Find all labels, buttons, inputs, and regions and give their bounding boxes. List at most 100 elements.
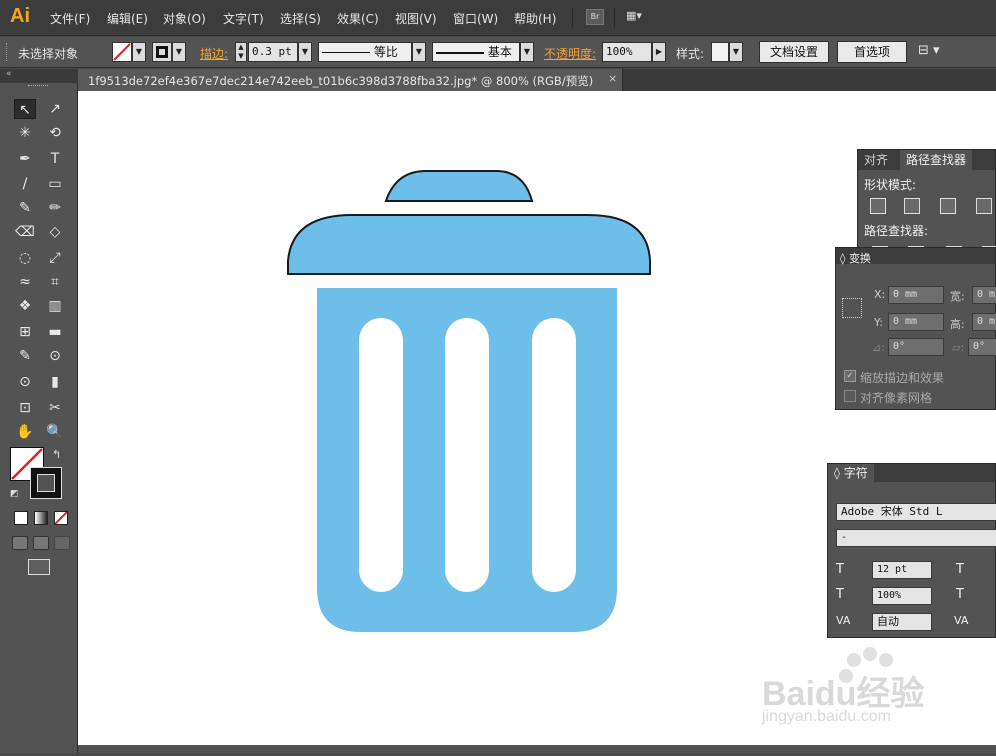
selection-tool-icon[interactable]: ↖ [14, 99, 36, 119]
arrange-documents-button[interactable]: ▦▾ [626, 9, 654, 25]
tools-panel-header[interactable]: « [0, 69, 78, 83]
menu-type[interactable]: 文字(T) [223, 10, 264, 27]
variable-width-profile[interactable]: 等比 [318, 42, 412, 62]
stroke-swatch[interactable] [152, 42, 172, 62]
menu-select[interactable]: 选择(S) [280, 10, 321, 27]
scale-strokes-checkbox[interactable]: ✓ [844, 370, 856, 382]
rotate-field[interactable]: 0° [888, 338, 944, 356]
document-setup-button[interactable]: 文档设置 [759, 41, 829, 63]
style-dropdown[interactable]: ▼ [729, 42, 743, 62]
shear-field[interactable]: 0° [968, 338, 996, 356]
y-label: Y: [874, 316, 883, 329]
bridge-button[interactable]: Br [586, 9, 604, 25]
zoom-tool-icon[interactable]: 🔍 [44, 422, 66, 442]
mesh-tool-icon[interactable]: ⊞ [14, 322, 36, 342]
none-slash-icon [54, 511, 68, 525]
brush-definition[interactable]: 基本 [432, 42, 520, 62]
gradient-tool-icon[interactable]: ▬ [44, 322, 66, 342]
font-style-field[interactable]: - [836, 529, 996, 547]
minus-front-icon[interactable] [904, 198, 920, 214]
pencil-tool-icon[interactable]: ✏ [44, 198, 66, 218]
opacity-dropdown[interactable]: ▶ [652, 42, 666, 62]
width-field[interactable]: 0 m [972, 286, 996, 304]
document-tab[interactable]: 1f9513de72ef4e367e7dec214e742eeb_t01b6c3… [78, 69, 623, 91]
blend-tool-icon[interactable]: ⊙ [44, 346, 66, 366]
unite-icon[interactable] [870, 198, 886, 214]
preferences-button[interactable]: 首选项 [837, 41, 907, 63]
graphic-style-swatch[interactable] [711, 42, 729, 62]
stroke-weight-field[interactable]: 0.3 pt [248, 42, 298, 62]
transform-panel-title[interactable]: ◊ 变换 [840, 250, 871, 266]
rotate-tool-icon[interactable]: ◌ [14, 248, 36, 268]
hand-tool-icon[interactable]: ✋ [14, 422, 36, 442]
height-field[interactable]: 0 m [972, 313, 996, 331]
x-field[interactable]: 0 mm [888, 286, 944, 304]
paintbrush-tool-icon[interactable]: ✎ [14, 198, 36, 218]
rectangle-tool-icon[interactable]: ▭ [44, 174, 66, 194]
menu-view[interactable]: 视图(V) [395, 10, 437, 27]
exclude-icon[interactable] [976, 198, 992, 214]
align-options-icon[interactable]: ⊟ ▾ [918, 43, 940, 58]
menu-effect[interactable]: 效果(C) [337, 10, 379, 27]
pathfinder-panel-header: 对齐 路径查找器 [858, 150, 995, 170]
width-tool-icon[interactable]: ≈ [14, 272, 36, 292]
artboard-tool-icon[interactable]: ⊡ [14, 398, 36, 418]
symbol-sprayer-tool-icon[interactable]: ⊙ [14, 372, 36, 392]
pen-tool-icon[interactable]: ✒ [14, 149, 36, 169]
leading-field[interactable]: 100% [872, 587, 932, 605]
menu-file[interactable]: 文件(F) [50, 10, 90, 27]
stroke-dropdown[interactable]: ▼ [172, 42, 186, 62]
app-logo: Ai [10, 5, 30, 27]
tab-align[interactable]: 对齐 [858, 150, 894, 170]
slice-tool-icon[interactable]: ✂ [44, 398, 66, 418]
perspective-grid-tool-icon[interactable]: ▥ [44, 296, 66, 316]
kerning-field[interactable]: 自动 [872, 613, 932, 631]
tab-pathfinder[interactable]: 路径查找器 [900, 150, 973, 170]
menu-help[interactable]: 帮助(H) [514, 10, 556, 27]
tab-character[interactable]: ◊ 字符 [828, 464, 874, 482]
column-graph-tool-icon[interactable]: ▮ [44, 372, 66, 392]
font-size-field[interactable]: 12 pt [872, 561, 932, 579]
reference-point-icon[interactable] [842, 298, 862, 318]
stroke-color-box[interactable] [30, 467, 62, 499]
stroke-weight-label[interactable]: 描边: [200, 45, 228, 62]
none-mode-icon[interactable] [54, 511, 68, 525]
stroke-weight-dropdown[interactable]: ▼ [298, 42, 312, 62]
opacity-label[interactable]: 不透明度: [544, 45, 596, 62]
eraser-tool-icon[interactable]: ◇ [44, 222, 66, 242]
profile-dropdown[interactable]: ▼ [412, 42, 426, 62]
close-tab-icon[interactable]: × [608, 72, 617, 85]
draw-inside-icon[interactable] [54, 536, 70, 550]
menu-edit[interactable]: 编辑(E) [107, 10, 148, 27]
opacity-field[interactable]: 100% [602, 42, 652, 62]
stroke-stepper[interactable]: ▲ ▼ [235, 42, 247, 62]
fill-swatch[interactable] [112, 42, 132, 62]
swap-colors-icon[interactable]: ↰ [52, 448, 61, 461]
align-pixel-checkbox[interactable] [844, 390, 856, 402]
default-colors-icon[interactable]: ◩ [10, 489, 19, 499]
menu-window[interactable]: 窗口(W) [453, 10, 498, 27]
draw-behind-icon[interactable] [33, 536, 49, 550]
magic-wand-tool-icon[interactable]: ✳ [14, 123, 36, 143]
intersect-icon[interactable] [940, 198, 956, 214]
lasso-tool-icon[interactable]: ⟲ [44, 123, 66, 143]
scale-strokes-label: 缩放描边和效果 [860, 371, 945, 385]
line-tool-icon[interactable]: / [14, 174, 36, 194]
draw-normal-icon[interactable] [12, 536, 28, 550]
fill-dropdown[interactable]: ▼ [132, 42, 146, 62]
scale-tool-icon[interactable]: ⤢ [44, 248, 66, 268]
shear-angle-icon: ▱: [952, 341, 965, 354]
screen-mode-icon[interactable] [28, 559, 50, 575]
blob-brush-tool-icon[interactable]: ⌫ [14, 222, 36, 242]
direct-selection-tool-icon[interactable]: ↗ [44, 99, 66, 119]
shape-builder-tool-icon[interactable]: ❖ [14, 296, 36, 316]
color-mode-icon[interactable] [14, 511, 28, 525]
eyedropper-tool-icon[interactable]: ✎ [14, 346, 36, 366]
type-tool-icon[interactable]: T [44, 149, 66, 169]
brush-dropdown[interactable]: ▼ [520, 42, 534, 62]
menu-object[interactable]: 对象(O) [163, 10, 206, 27]
y-field[interactable]: 0 mm [888, 313, 944, 331]
free-transform-tool-icon[interactable]: ⌗ [44, 272, 66, 292]
gradient-mode-icon[interactable] [34, 511, 48, 525]
font-family-field[interactable]: Adobe 宋体 Std L [836, 503, 996, 521]
